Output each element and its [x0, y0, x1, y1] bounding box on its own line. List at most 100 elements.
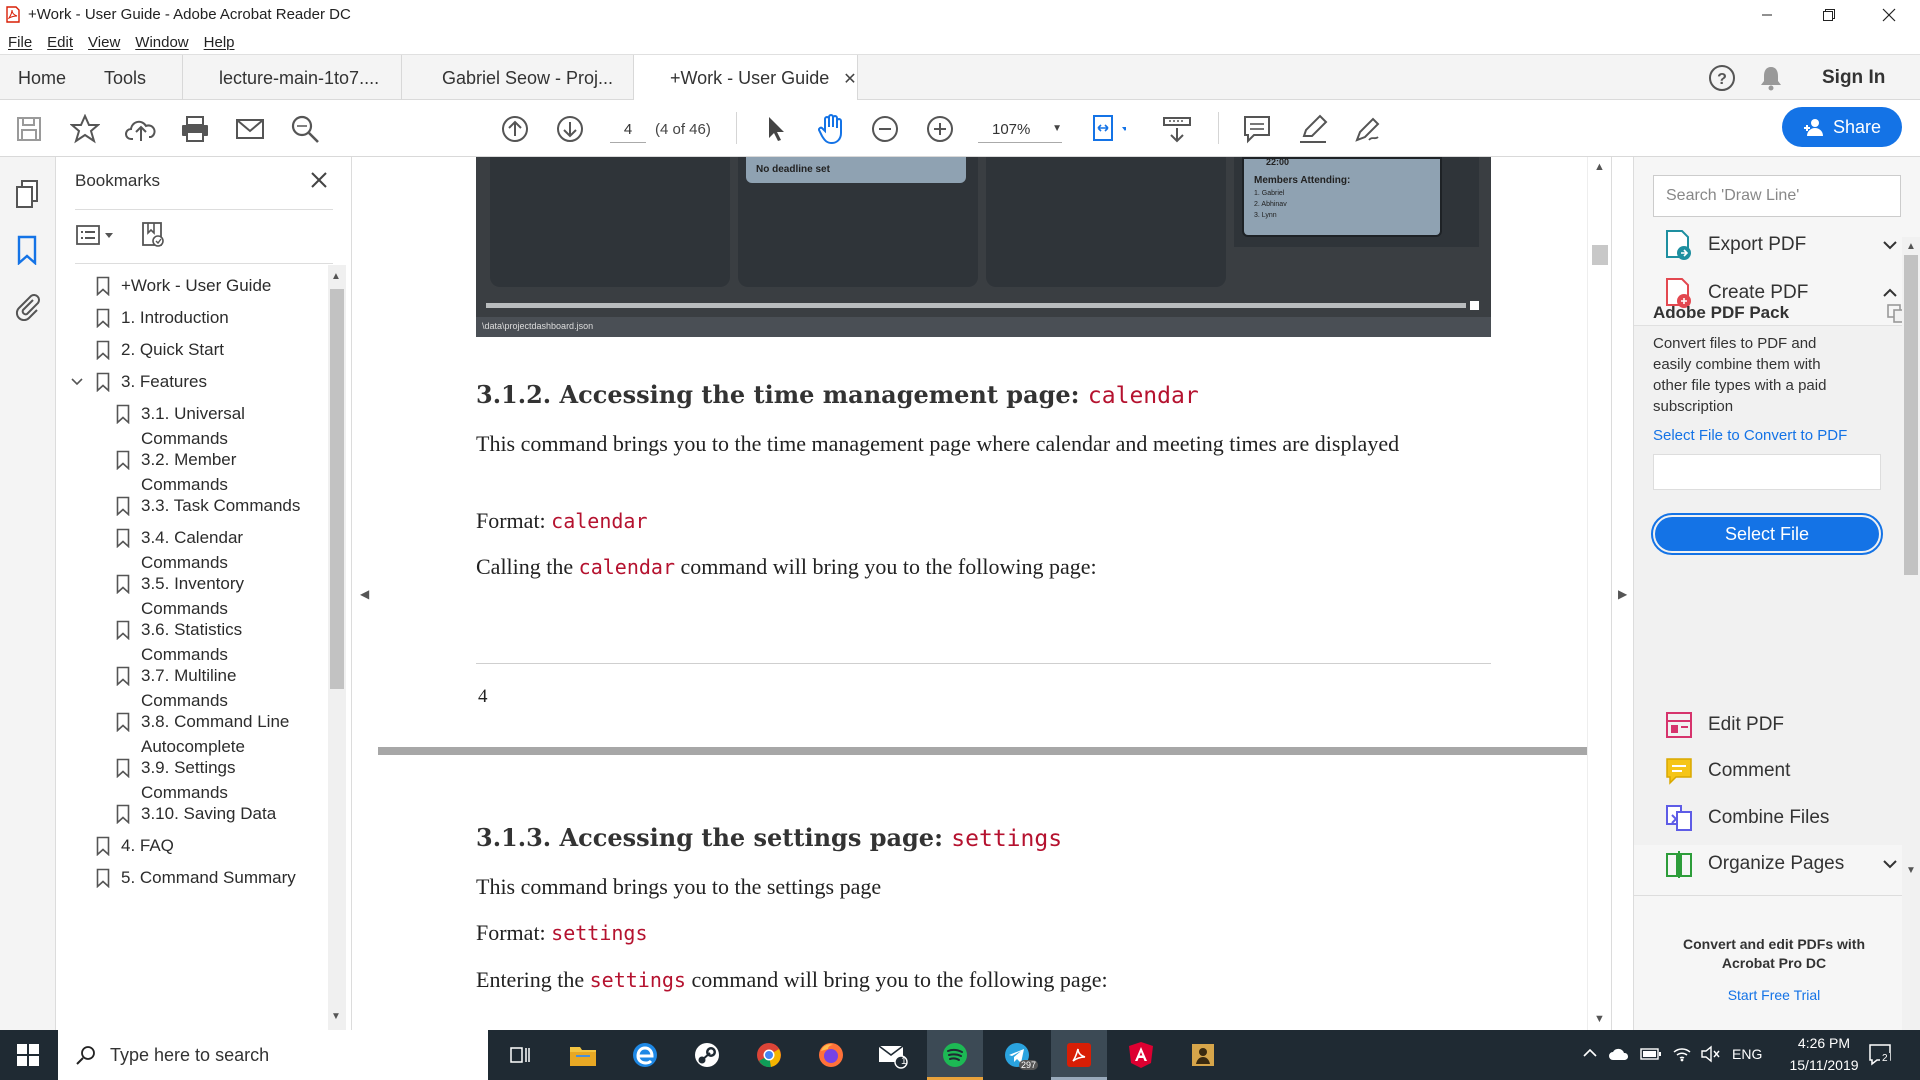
share-button[interactable]: Share: [1782, 107, 1902, 147]
bell-icon[interactable]: [1759, 65, 1783, 91]
firefox-icon[interactable]: [803, 1030, 859, 1080]
scroll-down-icon[interactable]: ▼: [1906, 865, 1916, 876]
bookmark-item[interactable]: 3.9. Settings Commands: [116, 755, 316, 805]
close-panel-icon[interactable]: [310, 171, 328, 189]
hand-tool-icon[interactable]: [814, 112, 848, 146]
close-tab-icon[interactable]: ✕: [843, 69, 856, 89]
bookmark-item[interactable]: 1. Introduction: [96, 305, 229, 330]
tool-export-pdf[interactable]: Export PDF: [1664, 229, 1806, 261]
menu-view[interactable]: View: [88, 34, 129, 51]
menu-file[interactable]: File: [8, 34, 41, 51]
select-arrow-icon[interactable]: [759, 112, 793, 146]
start-free-trial-link[interactable]: Start Free Trial: [1674, 987, 1874, 1003]
telegram-icon[interactable]: 297: [989, 1030, 1045, 1080]
clock-date[interactable]: 15/11/2019: [1776, 1057, 1872, 1073]
edge-browser-icon[interactable]: [617, 1030, 673, 1080]
zoom-in-icon[interactable]: [923, 112, 957, 146]
tab-document-user-guide[interactable]: +Work - User Guide ✕: [634, 55, 858, 102]
language-indicator[interactable]: ENG: [1732, 1046, 1762, 1062]
mail-app-icon[interactable]: 1: [865, 1030, 921, 1080]
collapse-left-panel[interactable]: ◀: [352, 157, 378, 1030]
add-bookmark-icon[interactable]: [140, 221, 166, 249]
sign-in-link[interactable]: Sign In: [1822, 55, 1885, 101]
fit-page-icon[interactable]: [1092, 112, 1126, 146]
tools-search-input[interactable]: Search 'Draw Line': [1653, 175, 1901, 217]
scroll-down-icon[interactable]: ▼: [331, 1011, 341, 1022]
bookmarks-panel-icon[interactable]: [16, 235, 38, 265]
tools-scrollbar[interactable]: ▲ ▼: [1902, 237, 1920, 1030]
bookmark-item[interactable]: 3.10. Saving Data: [116, 801, 316, 826]
chevron-left-icon[interactable]: ◀: [360, 587, 369, 601]
tool-organize-pages[interactable]: Organize Pages: [1664, 849, 1844, 879]
page-number-input[interactable]: 4: [610, 117, 646, 143]
taskbar-search[interactable]: Type here to search: [58, 1030, 488, 1080]
tab-home[interactable]: Home: [18, 55, 66, 101]
bookmark-item[interactable]: 3.1. Universal Commands: [116, 401, 316, 451]
scrolling-mode-icon[interactable]: [1160, 112, 1194, 146]
chevron-up-icon[interactable]: [1882, 287, 1898, 299]
scroll-thumb[interactable]: [1592, 245, 1608, 265]
menu-edit[interactable]: Edit: [47, 34, 82, 51]
highlight-pen-icon[interactable]: [1296, 112, 1330, 146]
print-icon[interactable]: [178, 112, 212, 146]
scroll-up-icon[interactable]: ▲: [1906, 241, 1916, 252]
help-icon[interactable]: ?: [1708, 64, 1736, 92]
bookmark-item[interactable]: 3. Features: [70, 369, 207, 394]
select-file-button[interactable]: Select File: [1651, 513, 1883, 555]
scroll-down-icon[interactable]: ▼: [1594, 1013, 1605, 1025]
tab-document-gabriel[interactable]: Gabriel Seow - Proj...: [402, 55, 634, 101]
spotify-icon[interactable]: [927, 1030, 983, 1080]
contacts-app-icon[interactable]: [1175, 1030, 1231, 1080]
notification-center-icon[interactable]: 2: [1868, 1043, 1894, 1067]
zoom-out-icon[interactable]: [868, 112, 902, 146]
tool-edit-pdf[interactable]: Edit PDF: [1664, 710, 1784, 740]
tool-combine-files[interactable]: Combine Files: [1664, 803, 1829, 833]
close-window-button[interactable]: [1866, 0, 1912, 30]
bookmark-item[interactable]: 5. Command Summary: [96, 865, 296, 890]
scroll-up-icon[interactable]: ▲: [1594, 161, 1605, 173]
tab-tools[interactable]: Tools: [104, 55, 146, 101]
chevron-down-icon[interactable]: [1882, 858, 1898, 870]
chevron-right-icon[interactable]: ▶: [1618, 587, 1627, 601]
collapse-right-panel[interactable]: ▶: [1611, 157, 1633, 1030]
menu-help[interactable]: Help: [204, 34, 244, 51]
attachments-icon[interactable]: [14, 291, 40, 321]
show-hidden-icons[interactable]: [1582, 1046, 1598, 1058]
bookmark-item[interactable]: +Work - User Guide: [96, 273, 271, 298]
upload-cloud-icon[interactable]: [124, 112, 158, 146]
document-scrollbar[interactable]: ▲ ▼: [1587, 157, 1611, 1030]
bookmark-item[interactable]: 3.6. Statistics Commands: [116, 617, 316, 667]
bookmark-item[interactable]: 3.5. Inventory Commands: [116, 571, 316, 621]
minimize-button[interactable]: [1744, 0, 1790, 30]
battery-icon[interactable]: [1640, 1047, 1662, 1061]
bookmark-item[interactable]: 3.3. Task Commands: [116, 493, 316, 518]
steam-icon[interactable]: [679, 1030, 735, 1080]
document-viewer[interactable]: No deadline set 22:00 Members Attending:…: [378, 157, 1599, 1030]
task-view-icon[interactable]: [492, 1030, 548, 1080]
sign-fill-icon[interactable]: [1352, 112, 1386, 146]
save-icon[interactable]: [12, 112, 46, 146]
menu-window[interactable]: Window: [135, 34, 197, 51]
bookmark-item[interactable]: 4. FAQ: [96, 833, 174, 858]
chrome-icon[interactable]: [741, 1030, 797, 1080]
clock-time[interactable]: 4:26 PM: [1776, 1035, 1872, 1051]
email-icon[interactable]: [233, 112, 267, 146]
zoom-select[interactable]: 107% ▼: [978, 117, 1062, 143]
bookmark-item[interactable]: 3.2. Member Commands: [116, 447, 316, 497]
scroll-up-icon[interactable]: ▲: [331, 271, 341, 282]
previous-page-icon[interactable]: [498, 112, 532, 146]
bookmark-item[interactable]: 3.7. Multiline Commands: [116, 663, 316, 713]
bookmarks-scrollbar[interactable]: ▲ ▼: [328, 265, 346, 1030]
angular-icon[interactable]: [1113, 1030, 1169, 1080]
page-thumbnails-icon[interactable]: [14, 179, 40, 209]
volume-icon[interactable]: [1700, 1045, 1720, 1063]
find-search-icon[interactable]: [288, 112, 322, 146]
file-explorer-icon[interactable]: [555, 1030, 611, 1080]
scroll-thumb[interactable]: [1904, 255, 1918, 575]
bookmark-item[interactable]: 3.4. Calendar Commands: [116, 525, 316, 575]
acrobat-taskbar-icon[interactable]: [1051, 1030, 1107, 1080]
tab-document-lecture[interactable]: lecture-main-1to7....: [183, 55, 402, 101]
onedrive-icon[interactable]: [1608, 1046, 1630, 1062]
comment-icon[interactable]: [1240, 112, 1274, 146]
file-field[interactable]: [1653, 454, 1881, 490]
